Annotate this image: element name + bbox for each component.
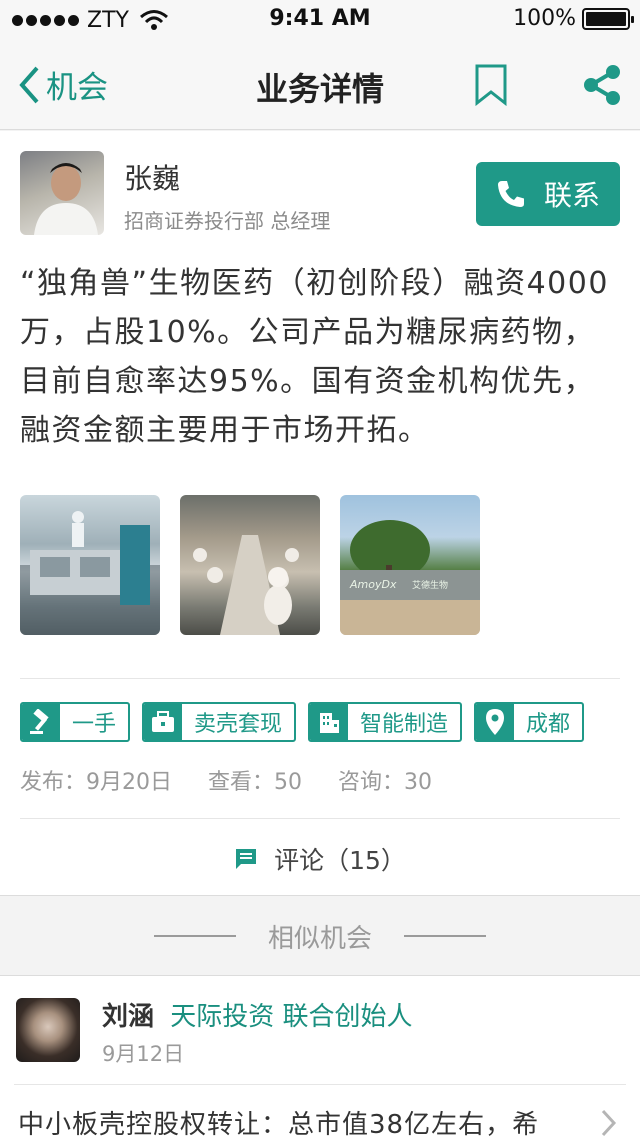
production-line-image (193, 535, 299, 635)
similar-opportunity-item[interactable]: 刘涵 天际投资 联合创始人 9月12日 中小板壳控股权转让：总市值38亿左右，希 (0, 975, 640, 1136)
divider (14, 1084, 626, 1085)
photo-gallery: AmoyDx 艾德生物 (20, 495, 480, 635)
contact-button[interactable]: 联系 (476, 162, 620, 226)
divider (20, 818, 620, 819)
tag-item[interactable]: 一手 (20, 702, 131, 742)
similar-poster-avatar[interactable] (16, 998, 80, 1062)
back-label: 机会 (46, 70, 108, 106)
factory-machine-image (20, 511, 160, 635)
post-stats: 发布：9月20日 查看：50 咨询：30 (20, 764, 432, 796)
photo-company-sign[interactable]: AmoyDx 艾德生物 (340, 495, 480, 635)
similar-poster-name: 刘涵 (102, 1002, 155, 1032)
phone-icon (497, 181, 524, 207)
person-photo-icon (34, 163, 98, 235)
bookmark-icon (475, 64, 507, 107)
location-pin-icon (486, 709, 505, 735)
svg-text:艾德生物: 艾德生物 (412, 579, 448, 591)
inquiry-count: 咨询：30 (338, 770, 432, 795)
tag-label: 智能制造 (360, 712, 449, 737)
chevron-right-icon[interactable] (600, 1108, 618, 1136)
back-button[interactable]: 机会 (18, 62, 108, 107)
similar-post-date: 9月12日 (102, 1042, 185, 1066)
similar-title: 相似机会 (267, 923, 372, 954)
similar-poster-info: 刘涵 天际投资 联合创始人 (102, 996, 413, 1033)
header-line-left (153, 935, 236, 937)
poster-name: 张巍 (124, 162, 181, 195)
opportunity-description: “独角兽”生物医药（初创阶段）融资4000万，占股10%。公司产品为糖尿病药物，… (20, 266, 609, 448)
similar-opportunities-header: 相似机会 (0, 897, 640, 975)
comment-icon (236, 849, 257, 869)
briefcase-icon (152, 711, 175, 732)
company-sign-image: AmoyDx 艾德生物 (340, 520, 480, 635)
poster-title: 招商证券投行部 总经理 (124, 209, 331, 233)
navigation-bar: 机会 业务详情 (0, 40, 640, 130)
tag-label: 卖壳套现 (194, 712, 283, 737)
battery-percent: 100% (513, 6, 576, 31)
status-bar: ZTY 9:41 AM 100% (0, 0, 640, 40)
comments-label: 评论（15） (274, 846, 406, 875)
tag-item[interactable]: 成都 (474, 702, 585, 742)
chevron-left-icon (19, 66, 39, 103)
tag-item[interactable]: 卖壳套现 (142, 702, 297, 742)
svg-text:AmoyDx: AmoyDx (349, 578, 397, 591)
tag-label: 一手 (72, 712, 117, 737)
published-date: 发布：9月20日 (20, 770, 172, 795)
photo-production-line[interactable] (180, 495, 320, 635)
divider (20, 678, 620, 679)
header-line-right (404, 935, 486, 937)
tag-label: 成都 (526, 712, 571, 737)
battery-status: 100% (513, 6, 634, 31)
tag-list: 一手 卖壳套现 智能制造 成都 (20, 702, 585, 742)
poster-avatar[interactable] (20, 151, 104, 235)
building-icon (320, 713, 340, 733)
photo-factory-machines[interactable] (20, 495, 160, 635)
similar-opportunity-text: 中小板壳控股权转让：总市值38亿左右，希 (18, 1110, 540, 1136)
similar-poster-org: 天际投资 联合创始人 (170, 1002, 413, 1032)
share-icon (584, 65, 620, 105)
battery-icon (582, 7, 634, 30)
business-detail-card: 张巍 招商证券投行部 总经理 联系 “独角兽”生物医药（初创阶段）融资4000万… (0, 131, 640, 896)
contact-label: 联系 (543, 179, 600, 212)
comments-button[interactable]: 评论（15） (0, 841, 640, 877)
view-count: 查看：50 (208, 770, 302, 795)
share-button[interactable] (582, 64, 622, 110)
tag-item[interactable]: 智能制造 (308, 702, 463, 742)
gavel-icon (30, 709, 49, 734)
bookmark-button[interactable] (474, 64, 508, 110)
